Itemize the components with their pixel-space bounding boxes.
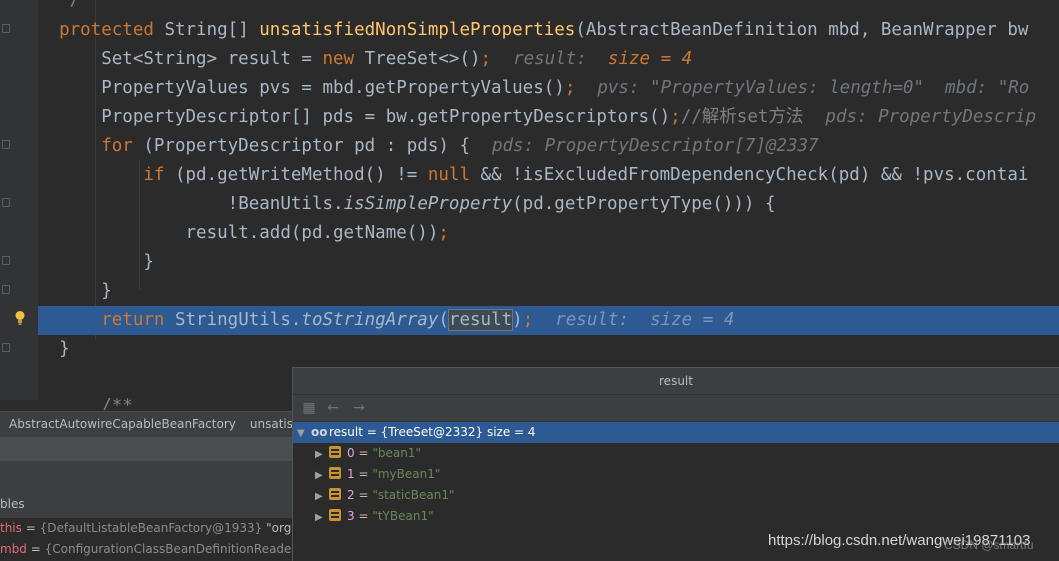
popup-title[interactable]: result (293, 368, 1059, 395)
lightbulb-icon[interactable] (14, 310, 26, 326)
breadcrumb: AbstractAutowireCapableBeanFactory unsati… (0, 411, 292, 437)
tree-item-row[interactable]: ▶ 1 = "myBean1" (293, 464, 1059, 485)
tree-root-row[interactable]: ▼ oo result = {TreeSet@2332} size = 4 (293, 422, 1059, 443)
forward-arrow-icon[interactable]: → (351, 401, 367, 415)
inline-debug-hint: pds: PropertyDescrip (825, 107, 1037, 127)
evaluated-expression[interactable]: result (447, 309, 514, 331)
code-line: } (143, 252, 154, 272)
code-line: PropertyDescriptor[] pds = bw.getPropert… (101, 107, 1037, 127)
variable-row[interactable]: this = {DefaultListableBeanFactory@1933}… (0, 518, 292, 539)
fold-marker-icon[interactable] (2, 285, 10, 294)
code-line: Set<String> result = new TreeSet<>(); res… (101, 49, 693, 69)
code-line: !BeanUtils.isSimpleProperty(pd.getProper… (227, 194, 776, 214)
frames-header (0, 437, 292, 461)
expand-arrow-icon[interactable]: ▶ (315, 507, 329, 528)
code-line: } (59, 339, 70, 359)
expand-arrow-icon[interactable]: ▶ (315, 465, 329, 486)
code-line: PropertyValues pvs = mbd.getPropertyValu… (101, 78, 1030, 98)
breadcrumb-method[interactable]: unsatisf (250, 417, 292, 431)
code-comment: //解析set方法 (680, 107, 804, 127)
fold-marker-icon[interactable] (2, 343, 10, 352)
code-line: if (pd.getWriteMethod() != null && !isEx… (143, 165, 1029, 185)
inline-debug-hint: pvs: "PropertyValues: length=0" mbd: "Ro (597, 78, 1030, 98)
editor-gutter (0, 0, 38, 400)
variables-tab[interactable]: bles (0, 492, 60, 516)
current-execution-line: return StringUtils.toStringArray(result)… (38, 306, 1059, 335)
inline-debug-hint: pds: PropertyDescriptor[7]@2337 (491, 136, 819, 156)
watermark-sub: CSDN @smartfu (944, 538, 1034, 552)
field-icon (329, 488, 341, 500)
code-line: for (PropertyDescriptor pd : pds) {pds: … (101, 136, 819, 156)
fold-marker-icon[interactable] (2, 24, 10, 33)
tree-item-row[interactable]: ▶ 2 = "staticBean1" (293, 485, 1059, 506)
breadcrumb-class[interactable]: AbstractAutowireCapableBeanFactory (9, 417, 236, 431)
tree-icon[interactable]: ▦ (301, 401, 317, 415)
code-line: */ (59, 0, 81, 10)
field-icon (329, 446, 341, 458)
fold-marker-icon[interactable] (2, 198, 10, 207)
tree-item-row[interactable]: ▶ 3 = "tYBean1" (293, 506, 1059, 527)
code-line: } (101, 281, 112, 301)
variable-row[interactable]: mbd = {ConfigurationClassBeanDefinitionR… (0, 539, 292, 560)
expand-arrow-icon[interactable]: ▶ (315, 444, 329, 465)
tree-item-row[interactable]: ▶ 0 = "bean1" (293, 443, 1059, 464)
popup-toolbar: ▦ ← → (293, 395, 1059, 422)
expand-arrow-icon[interactable]: ▼ (297, 423, 311, 444)
field-icon (329, 467, 341, 479)
inline-debug-hint: result: (513, 49, 587, 69)
fold-marker-icon[interactable] (2, 256, 10, 265)
fold-marker-icon[interactable] (2, 140, 10, 149)
expand-arrow-icon[interactable]: ▶ (315, 486, 329, 507)
code-editor[interactable]: */ protected String[] unsatisfiedNonSimp… (38, 0, 1059, 410)
field-icon (329, 509, 341, 521)
code-line: protected String[] unsatisfiedNonSimpleP… (59, 20, 1029, 40)
code-line: result.add(pd.getName()); (185, 223, 449, 243)
back-arrow-icon[interactable]: ← (325, 401, 341, 415)
inline-debug-hint: result: (555, 310, 629, 330)
variables-list: this = {DefaultListableBeanFactory@1933}… (0, 518, 292, 561)
watch-icon: oo (311, 425, 328, 439)
